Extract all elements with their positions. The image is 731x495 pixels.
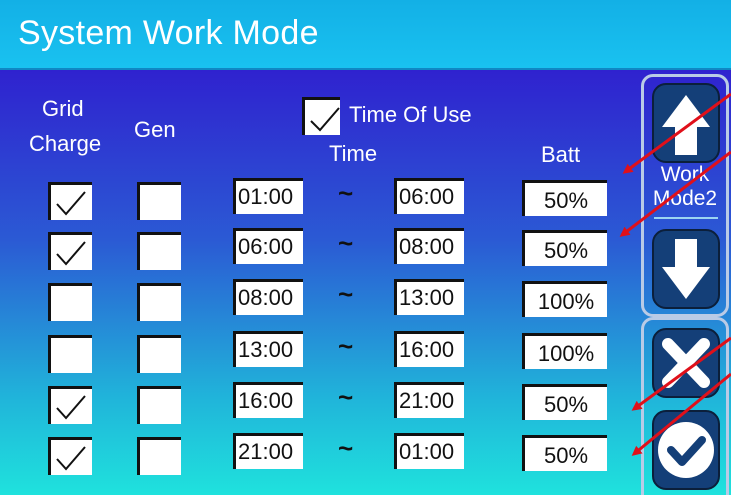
gen-checkbox[interactable] <box>137 437 181 475</box>
gen-header: Gen <box>134 117 176 142</box>
confirm-button[interactable] <box>652 410 720 490</box>
divider <box>654 217 718 219</box>
gen-checkbox[interactable] <box>137 386 181 424</box>
batt-soc-field[interactable]: 50% <box>522 384 607 420</box>
checkmark-icon <box>658 422 714 478</box>
start-time-field[interactable]: 13:00 <box>233 331 303 367</box>
grid-charge-checkbox[interactable] <box>48 182 92 220</box>
grid-charge-checkbox[interactable] <box>48 437 92 475</box>
page-up-button[interactable] <box>652 83 720 163</box>
batt-soc-field[interactable]: 50% <box>522 230 607 266</box>
grid-charge-checkbox[interactable] <box>48 386 92 424</box>
checkmark-icon <box>56 395 86 420</box>
grid-charge-checkbox[interactable] <box>48 335 92 373</box>
grid-charge-header-line1: Grid <box>42 96 84 121</box>
start-time-field[interactable]: 08:00 <box>233 279 303 315</box>
range-separator: ~ <box>338 279 354 309</box>
start-time-field[interactable]: 21:00 <box>233 433 303 469</box>
arrow-down-icon <box>662 239 710 299</box>
gen-checkbox[interactable] <box>137 283 181 321</box>
start-time-field[interactable]: 01:00 <box>233 178 303 214</box>
batt-soc-field[interactable]: 100% <box>522 281 607 317</box>
start-time-field[interactable]: 06:00 <box>233 228 303 264</box>
work-mode-label-line2: Mode2 <box>652 187 718 210</box>
checkmark-icon <box>56 446 86 471</box>
end-time-field[interactable]: 06:00 <box>394 178 464 214</box>
start-time-field[interactable]: 16:00 <box>233 382 303 418</box>
range-separator: ~ <box>338 178 354 208</box>
end-time-field[interactable]: 01:00 <box>394 433 464 469</box>
checkmark-icon <box>56 241 86 266</box>
end-time-field[interactable]: 13:00 <box>394 279 464 315</box>
batt-header: Batt <box>541 142 581 167</box>
time-of-use-checkbox[interactable] <box>302 97 340 135</box>
time-of-use-label: Time Of Use <box>349 102 472 127</box>
range-separator: ~ <box>338 433 354 463</box>
page-down-button[interactable] <box>652 229 720 309</box>
range-separator: ~ <box>338 228 354 258</box>
checkmark-icon <box>310 107 340 132</box>
work-mode-nav-panel: Work Mode2 <box>641 74 729 317</box>
batt-soc-field[interactable]: 50% <box>522 180 607 216</box>
checkmark-icon <box>56 191 86 216</box>
end-time-field[interactable]: 08:00 <box>394 228 464 264</box>
work-mode-panel: Grid Charge Gen Time Of Use Time Batt 01… <box>0 70 731 495</box>
arrow-up-icon <box>662 95 710 155</box>
gen-checkbox[interactable] <box>137 182 181 220</box>
end-time-field[interactable]: 21:00 <box>394 382 464 418</box>
grid-charge-checkbox[interactable] <box>48 283 92 321</box>
batt-soc-field[interactable]: 50% <box>522 435 607 471</box>
header-bar: System Work Mode <box>0 0 731 70</box>
page-title: System Work Mode <box>18 14 319 52</box>
batt-soc-field[interactable]: 100% <box>522 333 607 369</box>
close-icon <box>662 338 710 388</box>
end-time-field[interactable]: 16:00 <box>394 331 464 367</box>
range-separator: ~ <box>338 331 354 361</box>
cancel-button[interactable] <box>652 328 720 398</box>
grid-charge-checkbox[interactable] <box>48 232 92 270</box>
gen-checkbox[interactable] <box>137 335 181 373</box>
gen-checkbox[interactable] <box>137 232 181 270</box>
work-mode-label-line1: Work <box>660 163 710 186</box>
grid-charge-header-line2: Charge <box>29 131 102 156</box>
time-header: Time <box>329 141 378 166</box>
range-separator: ~ <box>338 382 354 412</box>
action-panel <box>641 317 729 495</box>
